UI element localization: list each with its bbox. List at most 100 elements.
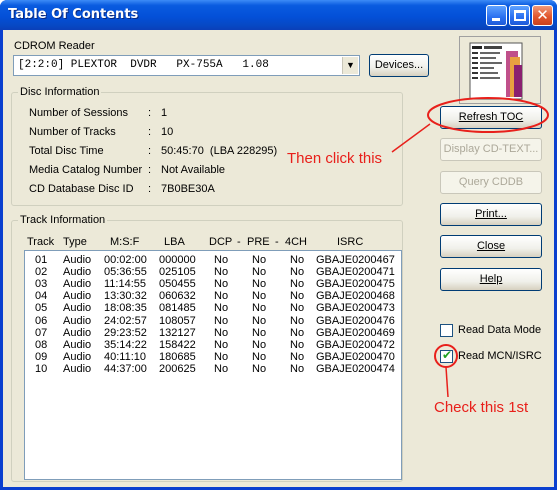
track-cell-ch4: No [290,266,305,279]
help-label: Help [479,273,503,285]
track-cell-msf: 44:37:00 [104,362,147,375]
track-cell-lba: 108057 [159,314,196,327]
toc-document-icon [459,36,541,104]
track-cell-track: 03 [35,278,48,291]
col-4ch: 4CH [285,236,308,248]
track-cell-ch4: No [290,326,305,339]
window-title: Table Of Contents [8,7,139,22]
disc-time-label: Total Disc Time [29,145,104,157]
cdrom-selected-value: [2:2:0] PLEXTOR DVDR PX-755A 1.08 [18,59,269,71]
mcn-value: Not Available [161,164,226,176]
track-cell-ch4: No [290,290,305,303]
track-cell-ch4: No [290,314,305,327]
cdrom-select[interactable]: [2:2:0] PLEXTOR DVDR PX-755A 1.08 ▼ [13,55,360,76]
refresh-toc-button[interactable]: Refresh TOC [440,106,542,129]
col-dash-1: - [237,236,241,248]
track-cell-pre: No [252,326,267,339]
chevron-down-icon[interactable]: ▼ [342,57,358,74]
minimize-button[interactable] [486,5,507,26]
sessions-sep: : [148,107,152,119]
disc-id-sep: : [148,183,152,195]
track-cell-track: 05 [35,302,48,315]
track-cell-lba: 081485 [159,302,196,315]
maximize-button[interactable] [509,5,530,26]
track-cell-dcp: No [214,266,229,279]
track-cell-dcp: No [214,326,229,339]
read-mcn-isrc-label[interactable]: Read MCN/ISRC [458,350,542,362]
track-cell-isrc: GBAJE0200471 [316,266,395,279]
tracks-label: Number of Tracks [29,126,116,138]
track-cell-msf: 00:02:00 [104,254,147,266]
track-cell-type: Audio [63,278,92,291]
minimize-icon [492,18,500,21]
disc-id-value: 7B0BE30A [161,183,215,195]
track-cell-pre: No [252,266,267,279]
close-label: Close [476,240,506,252]
track-cell-type: Audio [63,350,92,363]
track-cell-track: 06 [35,314,48,327]
track-cell-type: Audio [63,314,92,327]
read-data-mode-checkbox[interactable] [440,324,453,337]
help-button[interactable]: Help [440,268,542,291]
track-cell-type: Audio [63,326,92,339]
sessions-value: 1 [161,107,168,119]
track-cell-track: 10 [35,362,48,375]
col-dcp: DCP [209,236,233,248]
track-cell-ch4: No [290,338,305,351]
toc-window: Table Of Contents ✕ CDROM Reader [2:2:0]… [0,0,557,490]
track-cell-track: 01 [35,254,48,266]
col-pre: PRE [247,236,270,248]
track-cell-type: Audio [63,362,92,375]
track-cell-track: 08 [35,338,48,351]
close-icon: ✕ [536,6,549,24]
disc-information-title: Disc Information [18,86,102,98]
read-mcn-isrc-checkbox[interactable]: ✔ [440,348,453,363]
mcn-sep: : [148,164,152,176]
col-isrc: ISRC [337,236,364,248]
col-lba: LBA [164,236,185,248]
track-cell-lba: 180685 [159,350,196,363]
track-cell-isrc: GBAJE0200469 [316,326,395,339]
track-cell-ch4: No [290,350,305,363]
col-dash-2: - [275,236,279,248]
track-cell-isrc: GBAJE0200467 [316,254,395,266]
track-cell-msf: 35:14:22 [104,338,147,351]
track-cell-type: Audio [63,266,92,279]
track-cell-isrc: GBAJE0200476 [316,314,395,327]
track-cell-pre: No [252,338,267,351]
track-cell-msf: 13:30:32 [104,290,147,303]
track-cell-ch4: No [290,278,305,291]
track-cell-msf: 18:08:35 [104,302,147,315]
track-cell-msf: 40:11:10 [104,350,147,363]
track-cell-lba: 132127 [159,326,196,339]
then-click-annotation: Then click this [287,150,383,167]
close-window-button[interactable]: ✕ [532,5,553,26]
devices-button[interactable]: Devices... [369,54,429,77]
print-button[interactable]: Print... [440,203,542,226]
track-cell-pre: No [252,302,267,315]
track-cell-track: 07 [35,326,48,339]
track-cell-type: Audio [63,254,92,266]
track-cell-ch4: No [290,362,305,375]
track-cell-type: Audio [63,290,92,303]
track-cell-track: 04 [35,290,48,303]
track-information-title: Track Information [18,214,108,226]
tracks-value: 10 [161,126,174,138]
track-cell-lba: 060632 [159,290,196,303]
dialog-client: CDROM Reader [2:2:0] PLEXTOR DVDR PX-755… [3,30,554,487]
track-cell-dcp: No [214,254,229,266]
title-bar[interactable]: Table Of Contents ✕ [0,0,557,30]
track-cell-ch4: No [290,254,305,266]
read-data-mode-label[interactable]: Read Data Mode [458,324,541,336]
disc-id-label: CD Database Disc ID [29,183,134,195]
track-cell-dcp: No [214,302,229,315]
track-cell-pre: No [252,278,267,291]
close-button[interactable]: Close [440,235,542,258]
track-cell-lba: 050455 [159,278,196,291]
query-cddb-button[interactable]: Query CDDB [440,171,542,194]
track-cell-isrc: GBAJE0200472 [316,338,395,351]
display-cd-text-button[interactable]: Display CD-TEXT... [440,138,542,161]
tracks-sep: : [148,126,152,138]
track-cell-pre: No [252,350,267,363]
col-type: Type [63,236,87,248]
